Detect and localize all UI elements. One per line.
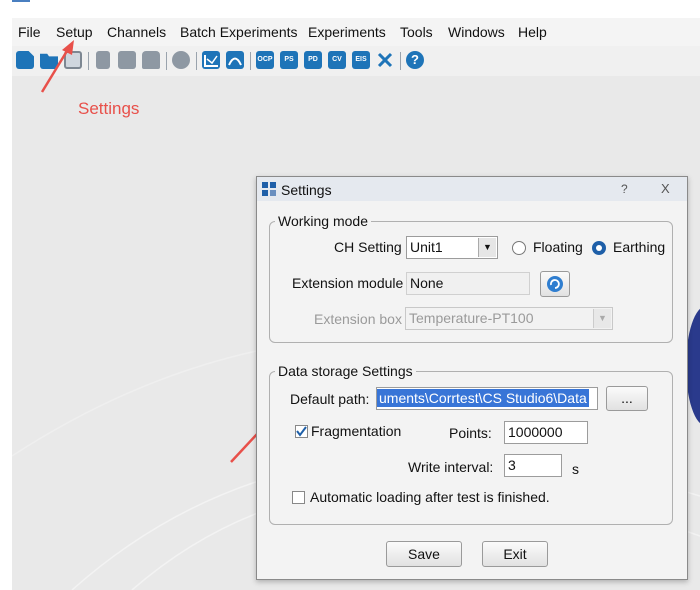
fragmentation-checkbox[interactable] [295,425,308,438]
dialog-title: Settings [281,182,332,198]
save-button[interactable]: Save [386,541,462,567]
extension-module-label: Extension module [292,275,404,291]
extension-box-label: Extension box [314,311,402,327]
chevron-down-icon: ▼ [593,309,611,328]
dialog-titlebar[interactable]: Settings ? X [257,177,687,201]
earthing-label[interactable]: Earthing [613,239,665,255]
write-interval-label: Write interval: [408,459,494,475]
auto-loading-checkbox[interactable] [292,491,305,504]
dialog-help-button[interactable]: ? [621,182,628,196]
default-path-input[interactable]: uments\Corrtest\CS Studio6\Data [376,387,598,410]
write-interval-input[interactable]: 3 [504,454,562,477]
settings-annotation-label: Settings [78,99,140,118]
browse-button[interactable]: ... [606,386,648,411]
default-path-label: Default path: [290,391,370,407]
exit-button[interactable]: Exit [482,541,548,567]
points-input[interactable]: 1000000 [504,421,588,444]
extension-box-select: Temperature-PT100 ▼ [405,307,613,330]
ch-setting-value: Unit1 [410,239,443,255]
floating-radio[interactable] [512,241,526,255]
settings-icon [262,182,276,196]
ch-setting-label: CH Setting [334,239,402,255]
refresh-icon [547,276,563,292]
earthing-radio-dot [596,245,602,251]
extension-box-value: Temperature-PT100 [409,310,534,326]
refresh-module-button[interactable] [540,271,570,297]
default-path-value: uments\Corrtest\CS Studio6\Data [377,389,589,407]
chevron-down-icon[interactable]: ▼ [478,238,496,257]
write-interval-unit: s [572,461,579,477]
data-storage-title: Data storage Settings [275,363,416,379]
settings-dialog: Settings ? X Working mode CH Setting Uni… [256,176,688,580]
checkmark-icon [296,426,307,437]
extension-module-field: None [406,272,530,295]
earthing-radio[interactable] [592,241,606,255]
fragmentation-label[interactable]: Fragmentation [311,423,401,439]
auto-loading-label[interactable]: Automatic loading after test is finished… [310,489,550,505]
floating-label[interactable]: Floating [533,239,583,255]
ch-setting-select[interactable]: Unit1 ▼ [406,236,498,259]
working-mode-title: Working mode [275,213,372,229]
dialog-close-button[interactable]: X [661,181,670,196]
points-label: Points: [449,425,492,441]
